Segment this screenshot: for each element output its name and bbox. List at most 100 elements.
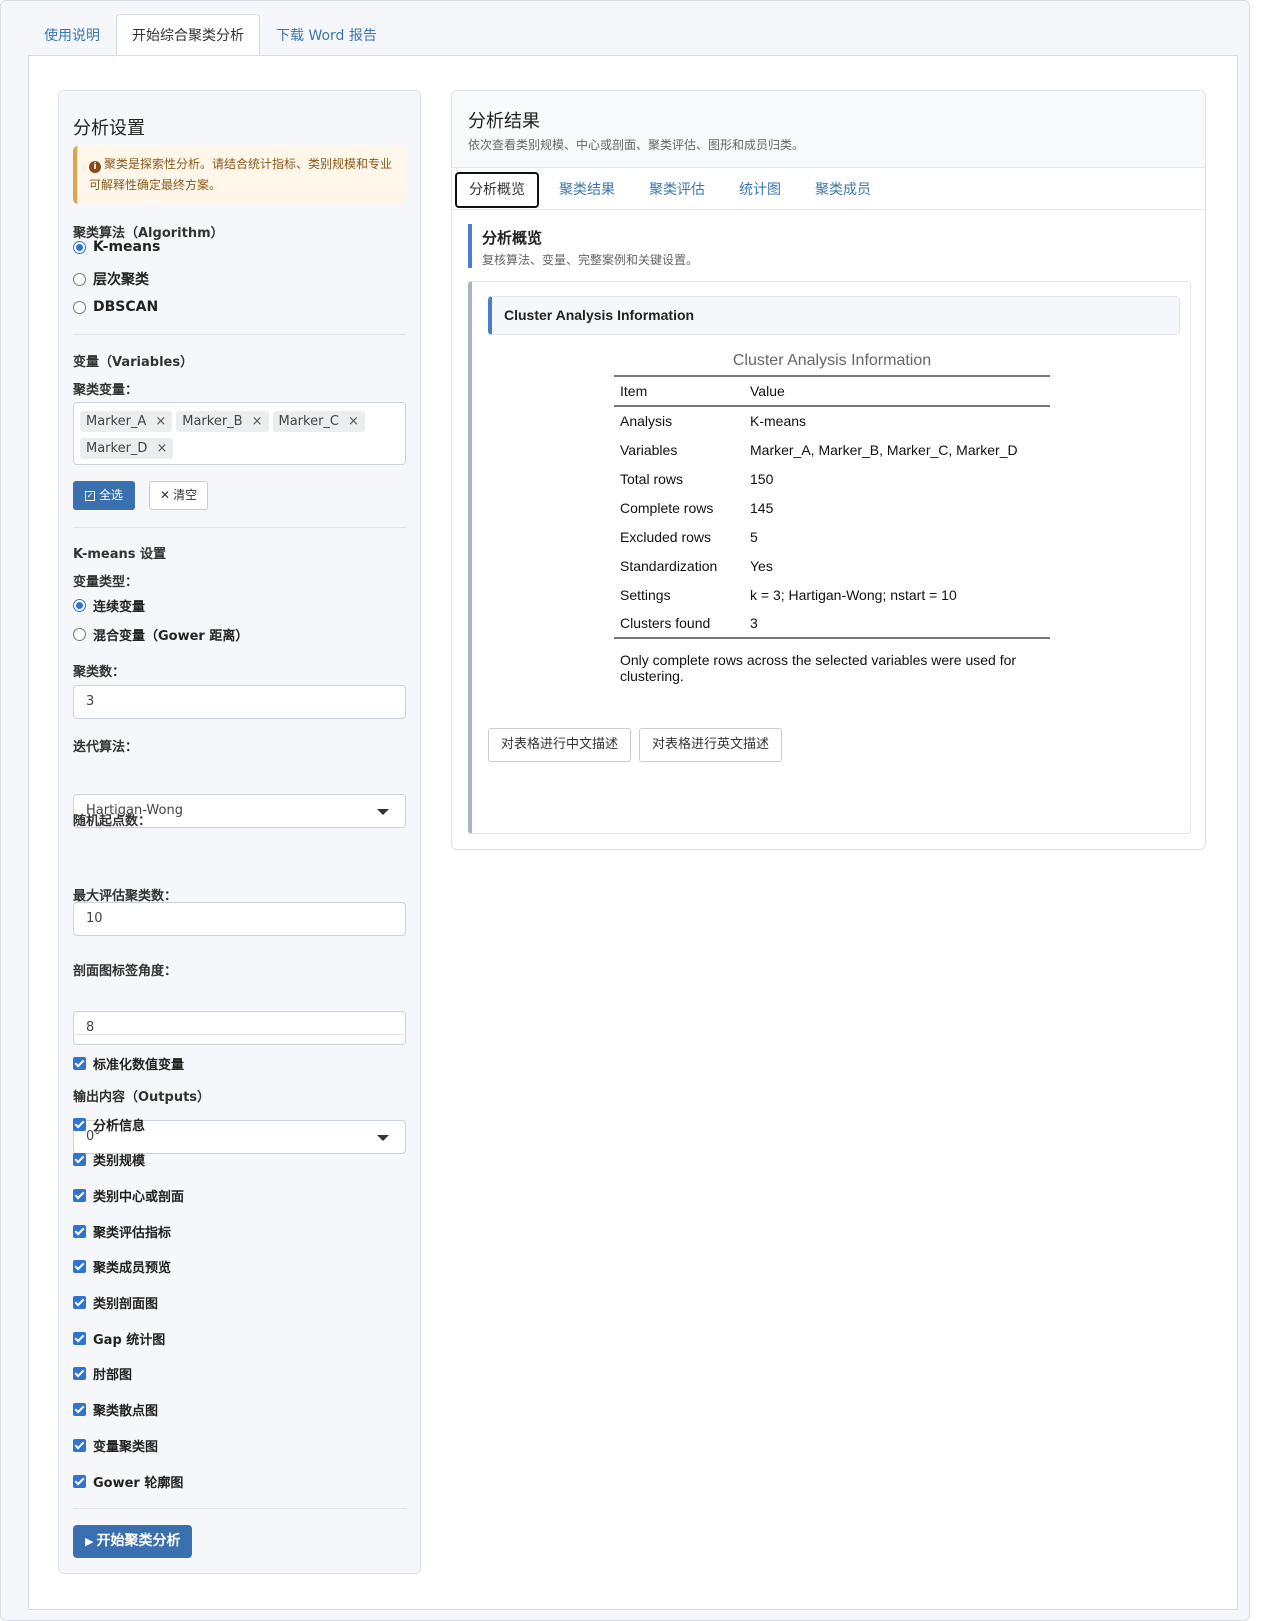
tab-cluster-evaluation[interactable]: 聚类评估 [649, 172, 705, 208]
checkbox-checked-icon[interactable] [73, 1403, 86, 1416]
divider [73, 1034, 406, 1035]
checkbox-label: 肘部图 [93, 1368, 133, 1383]
k-input[interactable]: 3 [73, 685, 406, 719]
radio-label: DBSCAN [93, 299, 159, 315]
table-row: Excluded rows 5 [614, 522, 1050, 551]
radio-hierarchical[interactable]: 层次聚类 [73, 269, 406, 289]
cell-value: 5 [750, 528, 758, 545]
radio-off-icon[interactable] [73, 628, 86, 641]
settings-title: 分析设置 [73, 118, 145, 139]
cell-item: Complete rows [620, 499, 714, 516]
remove-icon[interactable]: × [156, 438, 167, 459]
describe-chinese-button[interactable]: 对表格进行中文描述 [488, 728, 632, 762]
cell-item: Excluded rows [620, 528, 712, 545]
remove-icon[interactable]: × [252, 411, 263, 432]
checkbox-checked-icon[interactable] [73, 1118, 86, 1131]
results-subtitle: 依次查看类别规模、中心或剖面、聚类评估、图形和成员归类。 [468, 138, 805, 152]
checkbox-checked-icon[interactable] [73, 1475, 86, 1488]
cell-value: 150 [750, 470, 774, 487]
radio-off-icon[interactable] [73, 272, 86, 286]
cell-item: Clusters found [614, 609, 744, 639]
radio-on-icon[interactable] [73, 599, 86, 612]
overview-subtitle: 复核算法、变量、完整案例和关键设置。 [482, 253, 699, 267]
tab-cluster-members[interactable]: 聚类成员 [815, 172, 871, 208]
standardize-checkbox[interactable]: 标准化数值变量 [73, 1054, 406, 1073]
cell-item: Analysis [620, 413, 673, 429]
tab-overview[interactable]: 分析概览 [455, 172, 539, 208]
select-all-button[interactable]: ✓ 全选 [73, 481, 136, 510]
max-k-input[interactable]: 8 [73, 1011, 406, 1045]
chevron-down-icon [377, 1135, 389, 1141]
tab-instructions[interactable]: 使用说明 [28, 14, 116, 56]
variable-chip: Marker_D × [80, 438, 174, 459]
output-checkbox[interactable]: 聚类成员预览 [73, 1257, 406, 1276]
variables-select[interactable]: Marker_A × Marker_B × Marker_C × Marker_D × [73, 402, 406, 465]
checkbox-checked-icon[interactable] [73, 1057, 86, 1070]
radio-mixed[interactable]: 混合变量（Gower 距离） [73, 625, 406, 644]
kmeans-settings-label: K-means 设置 [73, 547, 166, 562]
table-header-row: Item Value [614, 375, 1050, 407]
radio-label: 连续变量 [93, 600, 146, 615]
outputs-label: 输出内容（Outputs） [73, 1090, 211, 1105]
checkbox-label: 分析信息 [93, 1119, 146, 1134]
clear-button[interactable]: ✕ 清空 [149, 481, 209, 510]
cell-value: 3 [744, 609, 1050, 639]
output-checkbox[interactable]: Gap 统计图 [73, 1329, 406, 1348]
remove-icon[interactable]: × [348, 411, 359, 432]
nstart-input[interactable]: 10 [73, 902, 406, 936]
output-checkbox[interactable]: 类别中心或剖面 [73, 1186, 406, 1205]
checkbox-checked-icon[interactable] [73, 1367, 86, 1380]
output-checkbox[interactable]: 聚类散点图 [73, 1400, 406, 1419]
radio-continuous[interactable]: 连续变量 [73, 596, 406, 615]
divider [73, 527, 406, 528]
header-item: Item [614, 375, 744, 407]
checkbox-label: Gap 统计图 [93, 1333, 166, 1348]
checkbox-checked-icon[interactable] [73, 1189, 86, 1202]
describe-english-button[interactable]: 对表格进行英文描述 [639, 728, 783, 762]
checkbox-label: 标准化数值变量 [93, 1058, 185, 1073]
radio-dbscan[interactable]: DBSCAN [73, 299, 406, 315]
alert-text: 聚类是探索性分析。请结合统计指标、类别规模和专业可解释性确定最终方案。 [89, 157, 393, 192]
output-checkbox[interactable]: Gower 轮廓图 [73, 1472, 406, 1491]
checkbox-checked-icon[interactable] [73, 1260, 86, 1273]
overview-title: 分析概览 [482, 229, 543, 247]
table-caption: Cluster Analysis Information [732, 352, 932, 369]
checkbox-checked-icon[interactable] [73, 1153, 86, 1166]
variable-chip: Marker_C × [272, 411, 365, 432]
chip-label: Marker_D [86, 441, 148, 456]
remove-icon[interactable]: × [155, 411, 166, 432]
card-title: Cluster Analysis Information [488, 296, 1180, 335]
radio-on-icon[interactable] [73, 240, 86, 254]
tab-start-analysis[interactable]: 开始综合聚类分析 [116, 14, 260, 56]
variable-buttons: ✓ 全选 ✕ 清空 [73, 481, 406, 510]
output-checkbox[interactable]: 聚类评估指标 [73, 1222, 406, 1241]
tab-cluster-results[interactable]: 聚类结果 [559, 172, 615, 208]
cell-value: k = 3; Hartigan-Wong; nstart = 10 [750, 586, 957, 603]
checkbox-label: 变量聚类图 [93, 1440, 159, 1455]
output-checkbox[interactable]: 类别剖面图 [73, 1293, 406, 1312]
radio-off-icon[interactable] [73, 300, 86, 314]
run-analysis-button[interactable]: ▶ 开始聚类分析 [73, 1525, 193, 1558]
checkbox-label: 聚类评估指标 [93, 1226, 172, 1241]
cell-item: Variables [620, 441, 678, 458]
radio-kmeans[interactable]: K-means [73, 239, 406, 255]
settings-panel: 分析设置 i 聚类是探索性分析。请结合统计指标、类别规模和专业可解释性确定最终方案… [58, 90, 421, 1574]
tab-download-report[interactable]: 下载 Word 报告 [260, 14, 393, 56]
checkbox-label: 聚类散点图 [93, 1404, 159, 1419]
checkbox-checked-icon[interactable] [73, 1225, 86, 1238]
chip-label: Marker_A [86, 414, 147, 429]
variables-label: 变量（Variables） [73, 355, 194, 370]
output-checkbox[interactable]: 分析信息 [73, 1115, 406, 1134]
output-checkbox[interactable]: 类别规模 [73, 1150, 406, 1169]
section-accent-bar [468, 224, 472, 268]
checkbox-checked-icon[interactable] [73, 1332, 86, 1345]
tab-charts[interactable]: 统计图 [739, 172, 781, 208]
output-checkbox[interactable]: 肘部图 [73, 1364, 406, 1383]
checkbox-label: 类别剖面图 [93, 1297, 159, 1312]
header-value: Value [744, 375, 1050, 407]
play-icon: ▶ [85, 1535, 94, 1548]
output-checkbox[interactable]: 变量聚类图 [73, 1436, 406, 1455]
checkbox-checked-icon[interactable] [73, 1439, 86, 1452]
max-k-label: 最大评估聚类数： [73, 889, 178, 904]
checkbox-checked-icon[interactable] [73, 1296, 86, 1309]
